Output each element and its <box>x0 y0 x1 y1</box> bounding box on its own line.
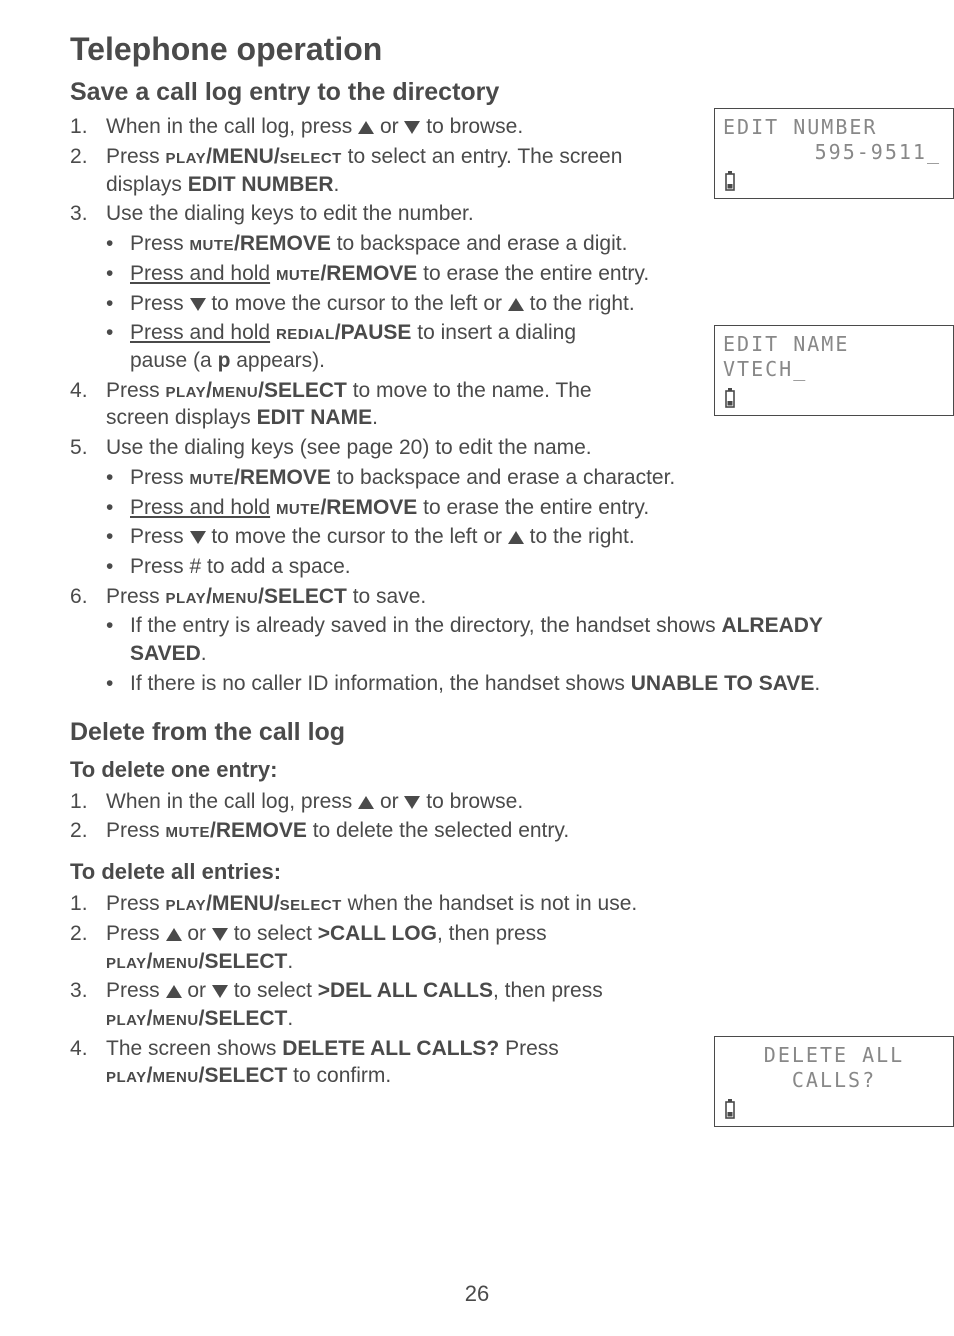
step-5-sub: Press mute/REMOVE to backspace and erase… <box>106 464 884 581</box>
battery-icon <box>723 171 737 191</box>
arrow-down-icon <box>190 298 206 311</box>
section-heading-save: Save a call log entry to the directory <box>70 76 884 109</box>
lcd-edit-name: EDIT NAME VTECH_ <box>714 325 954 416</box>
arrow-down-icon <box>190 531 206 544</box>
arrow-up-icon <box>166 985 182 998</box>
step-6-sub: If the entry is already saved in the dir… <box>106 612 884 697</box>
arrow-up-icon <box>166 928 182 941</box>
subhead-delete-one: To delete one entry: <box>70 755 884 784</box>
arrow-up-icon <box>508 531 524 544</box>
subhead-delete-all: To delete all entries: <box>70 857 884 886</box>
step-6: Press play/menu/SELECT to save. If the e… <box>70 583 884 698</box>
arrow-up-icon <box>358 796 374 809</box>
page-number: 26 <box>0 1279 954 1308</box>
arrow-down-icon <box>212 928 228 941</box>
arrow-down-icon <box>404 796 420 809</box>
arrow-down-icon <box>212 985 228 998</box>
doc-title: Telephone operation <box>70 28 884 70</box>
battery-icon <box>723 1099 737 1119</box>
delete-one-steps: When in the call log, press or to browse… <box>70 788 884 845</box>
lcd-edit-number: EDIT NUMBER 595-9511_ <box>714 108 954 199</box>
lcd-delete-all: DELETE ALL CALLS? <box>714 1036 954 1127</box>
step-5: Use the dialing keys (see page 20) to ed… <box>70 434 884 581</box>
arrow-down-icon <box>404 121 420 134</box>
battery-icon <box>723 388 737 408</box>
section-heading-delete: Delete from the call log <box>70 716 884 749</box>
arrow-up-icon <box>358 121 374 134</box>
arrow-up-icon <box>508 298 524 311</box>
